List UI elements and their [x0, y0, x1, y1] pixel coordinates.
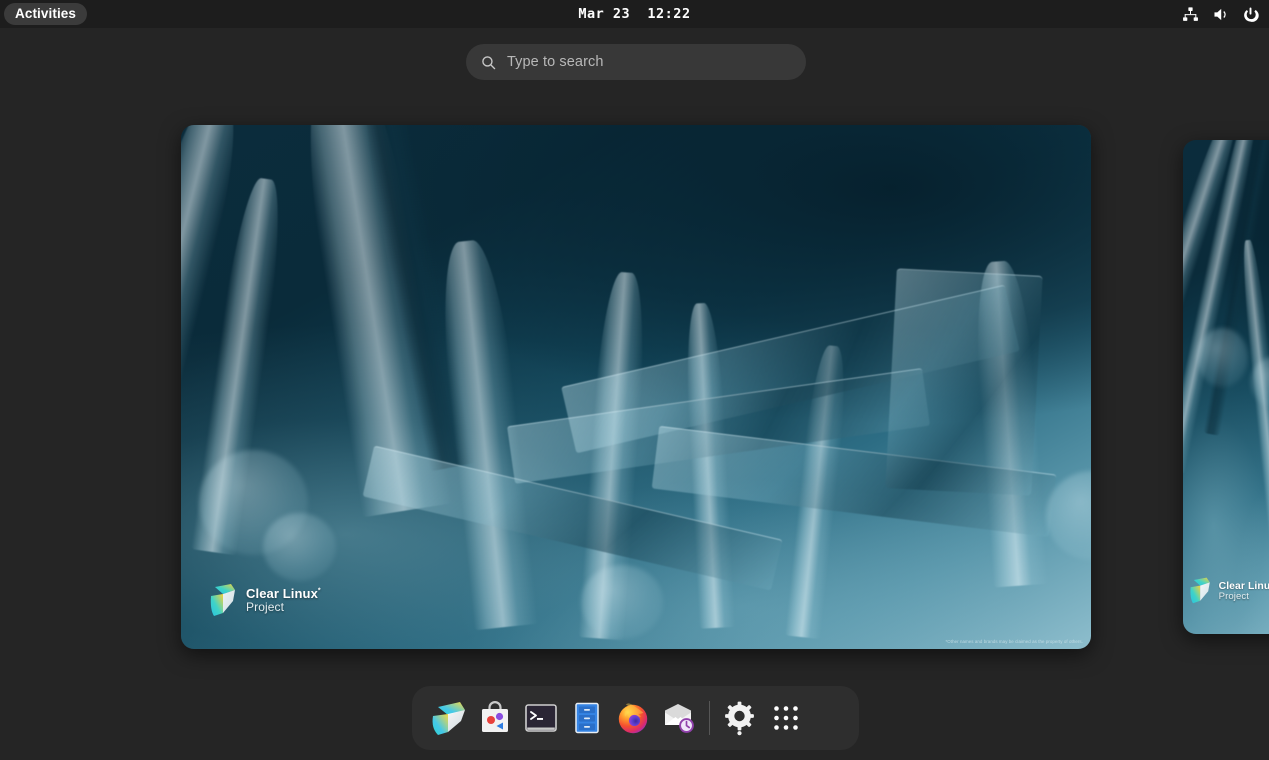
search-icon	[480, 54, 497, 71]
dash-item-evolution[interactable]	[656, 695, 702, 741]
activities-button[interactable]: Activities	[4, 3, 87, 25]
clear-linux-logo-icon	[209, 583, 237, 617]
window-preview-main[interactable]: Clear Linux* Project *Other names and br…	[181, 125, 1091, 649]
brand-subtitle: Project	[1219, 591, 1269, 601]
volume-icon[interactable]	[1212, 6, 1229, 23]
dash	[412, 686, 859, 750]
search-placeholder: Type to search	[507, 54, 604, 70]
settings-gear-icon	[721, 699, 759, 737]
dash-item-settings[interactable]	[717, 695, 763, 741]
files-cabinet-icon	[570, 701, 604, 735]
window-preview-secondary[interactable]: Clear Linux* Project	[1183, 140, 1269, 634]
wired-network-icon[interactable]	[1182, 6, 1199, 23]
wallpaper-clear-linux-secondary: Clear Linux* Project	[1183, 140, 1269, 634]
firefox-icon	[615, 700, 651, 736]
clear-linux-brand-text: Clear Linux* Project	[246, 587, 321, 613]
system-status-area[interactable]	[1182, 0, 1259, 28]
clear-linux-branding: Clear Linux* Project	[209, 583, 321, 617]
clock-area: Mar 23 12:22	[0, 0, 1269, 28]
power-icon[interactable]	[1242, 6, 1259, 23]
top-panel: Activities Mar 23 12:22	[0, 0, 1269, 28]
dash-item-clear-linux[interactable]	[426, 695, 472, 741]
brand-subtitle: Project	[246, 601, 321, 614]
trademark-disclaimer: *Other names and brands may be claimed a…	[946, 639, 1083, 644]
terminal-icon	[524, 701, 558, 735]
wallpaper-clear-linux: Clear Linux* Project *Other names and br…	[181, 125, 1091, 649]
dash-item-terminal[interactable]	[518, 695, 564, 741]
evolution-mail-icon	[661, 700, 697, 736]
brand-name: Clear Linux*	[246, 587, 321, 601]
software-bag-icon	[477, 700, 513, 736]
window-previews-layer: Clear Linux* Project *Other names and br…	[0, 0, 1269, 760]
dash-item-firefox[interactable]	[610, 695, 656, 741]
search-input[interactable]: Type to search	[466, 44, 806, 80]
app-grid-icon	[772, 704, 800, 732]
brand-name: Clear Linux*	[1219, 580, 1269, 591]
dash-item-software[interactable]	[472, 695, 518, 741]
clear-linux-icon	[430, 699, 468, 737]
clear-linux-brand-text: Clear Linux* Project	[1219, 580, 1269, 601]
gnome-shell-overview: Clear Linux* Project *Other names and br…	[0, 0, 1269, 760]
panel-clock[interactable]: Mar 23 12:22	[578, 6, 690, 22]
dash-separator	[709, 701, 710, 735]
dash-item-files[interactable]	[564, 695, 610, 741]
clear-linux-logo-icon	[1189, 577, 1211, 604]
clear-linux-branding-secondary: Clear Linux* Project	[1189, 577, 1269, 604]
dash-item-show-applications[interactable]	[763, 695, 809, 741]
